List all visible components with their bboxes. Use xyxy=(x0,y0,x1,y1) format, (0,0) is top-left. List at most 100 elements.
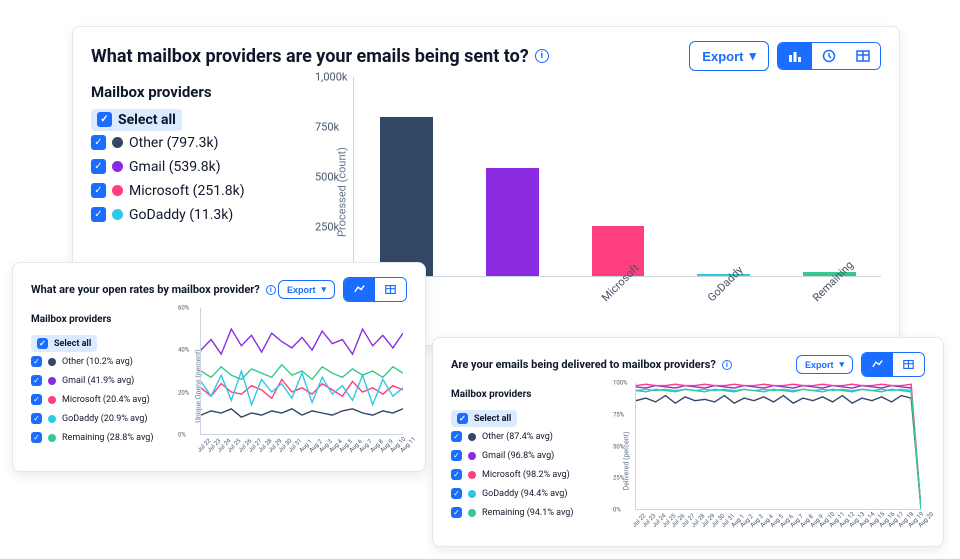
legend-item[interactable]: ✓Gmail (96.8% avg) xyxy=(451,446,591,465)
swatch-icon xyxy=(468,452,476,460)
legend-item[interactable]: ✓GoDaddy (94.4% avg) xyxy=(451,484,591,503)
swatch-icon xyxy=(468,471,476,479)
legend-label: Gmail (539.8k) xyxy=(129,159,221,175)
title-text: Are your emails being delivered to mailb… xyxy=(451,358,716,371)
view-table[interactable] xyxy=(846,43,880,69)
swatch-icon xyxy=(48,377,56,385)
table-icon xyxy=(856,49,870,63)
legend-item[interactable]: ✓ GoDaddy (11.3k) xyxy=(91,203,291,227)
info-icon[interactable]: i xyxy=(535,49,549,63)
legend-item[interactable]: ✓ Gmail (539.8k) xyxy=(91,155,291,179)
swatch-icon xyxy=(48,434,56,442)
export-button[interactable]: Export ▾ xyxy=(689,41,769,71)
checkbox-icon: ✓ xyxy=(451,469,462,480)
y-tick: 500k xyxy=(315,171,339,184)
view-toggle xyxy=(861,352,925,377)
select-all[interactable]: ✓ Select all xyxy=(91,109,182,131)
swatch-icon xyxy=(468,433,476,441)
view-line-chart[interactable] xyxy=(812,43,846,69)
table-icon xyxy=(385,284,396,295)
y-tick: 0% xyxy=(178,432,186,439)
select-all-label: Select all xyxy=(118,112,176,128)
info-icon[interactable]: i xyxy=(266,285,276,295)
view-toggle xyxy=(777,42,881,70)
view-line-chart[interactable] xyxy=(862,353,893,376)
checkbox-icon: ✓ xyxy=(31,413,42,424)
series-microsoft xyxy=(636,384,921,509)
legend-label: Microsoft (20.4% avg) xyxy=(62,395,150,405)
card-body: Mailbox providers ✓ Select all ✓Other (1… xyxy=(13,308,425,481)
toolbar: Export ▾ xyxy=(278,277,407,302)
legend-title: Mailbox providers xyxy=(451,389,591,400)
swatch-icon xyxy=(112,137,123,148)
view-line-chart[interactable] xyxy=(344,278,375,301)
toolbar: Export ▾ xyxy=(689,41,881,71)
legend-item[interactable]: ✓Other (797.3k) xyxy=(91,131,291,155)
legend-item[interactable]: ✓ Microsoft (98.2% avg) xyxy=(451,465,591,484)
export-button[interactable]: Export ▾ xyxy=(796,355,853,374)
card-title: What are your open rates by mailbox prov… xyxy=(31,283,276,296)
select-all[interactable]: ✓ Select all xyxy=(451,410,517,427)
checkbox-icon: ✓ xyxy=(91,183,106,198)
checkbox-icon: ✓ xyxy=(91,135,106,150)
view-toggle xyxy=(343,277,407,302)
checkbox-icon: ✓ xyxy=(31,375,42,386)
legend-item[interactable]: ✓Other (87.4% avg) xyxy=(451,427,591,446)
select-all[interactable]: ✓ Select all xyxy=(31,335,97,352)
legend-item[interactable]: ✓GoDaddy (20.9% avg) xyxy=(31,409,156,428)
view-bar-chart[interactable] xyxy=(778,43,812,69)
swatch-icon xyxy=(112,161,123,172)
info-icon[interactable]: i xyxy=(722,360,732,370)
legend-item[interactable]: ✓Remaining (28.8% avg) xyxy=(31,428,156,447)
legend-title: Mailbox providers xyxy=(31,314,156,325)
legend-label: Microsoft (98.2% avg) xyxy=(482,470,570,480)
card-header: Are your emails being delivered to mailb… xyxy=(433,338,943,383)
legend-label: Gmail (96.8% avg) xyxy=(482,451,554,461)
title-text: What are your open rates by mailbox prov… xyxy=(31,283,260,296)
y-tick: 60% xyxy=(178,305,189,312)
checkbox-icon: ✓ xyxy=(31,356,42,367)
checkbox-icon: ✓ xyxy=(31,394,42,405)
legend-label: Microsoft (251.8k) xyxy=(129,183,245,199)
bar-gmail xyxy=(486,168,539,276)
swatch-icon xyxy=(468,490,476,498)
legend-panel: Mailbox providers ✓ Select all ✓Other (1… xyxy=(31,308,156,463)
export-label: Export xyxy=(702,49,743,64)
checkbox-icon: ✓ xyxy=(97,112,112,127)
y-tick: 0% xyxy=(613,507,621,514)
series-gmail xyxy=(201,329,403,354)
legend-item[interactable]: ✓ Microsoft (251.8k) xyxy=(91,179,291,203)
export-button[interactable]: Export ▾ xyxy=(278,280,335,299)
y-tick: 1,000k xyxy=(315,71,347,84)
card-delivered: Are your emails being delivered to mailb… xyxy=(432,337,944,547)
checkbox-icon: ✓ xyxy=(91,207,106,222)
legend-label: Remaining (28.8% avg) xyxy=(62,433,153,443)
y-tick: 50% xyxy=(613,443,624,450)
bar-chart-icon xyxy=(788,49,802,63)
card-title: Are your emails being delivered to mailb… xyxy=(451,358,732,371)
legend-item[interactable]: ✓Gmail (41.9% avg) xyxy=(31,371,156,390)
select-all-label: Select all xyxy=(474,414,511,424)
line-chart: Unique Opens (percent) 60%40%20%0% Jul 2… xyxy=(168,308,407,463)
legend-item[interactable]: ✓Remaining (94.1% avg) xyxy=(451,503,591,522)
legend-label: Remaining (94.1% avg) xyxy=(482,508,573,518)
legend-label: GoDaddy (11.3k) xyxy=(129,207,233,223)
legend-item[interactable]: ✓ Microsoft (20.4% avg) xyxy=(31,390,156,409)
chevron-down-icon: ▾ xyxy=(839,359,844,370)
legend-panel: Mailbox providers ✓ Select all ✓Other (8… xyxy=(451,383,591,538)
view-table[interactable] xyxy=(893,353,924,376)
card-header: What are your open rates by mailbox prov… xyxy=(13,263,425,308)
series-microsoft xyxy=(201,379,403,398)
chevron-down-icon: ▾ xyxy=(321,284,326,295)
series-remaining xyxy=(636,389,921,509)
export-label: Export xyxy=(287,285,316,295)
swatch-icon xyxy=(48,396,56,404)
legend-item[interactable]: ✓Other (10.2% avg) xyxy=(31,352,156,371)
card-open-rates: What are your open rates by mailbox prov… xyxy=(12,262,426,472)
view-table[interactable] xyxy=(375,278,406,301)
y-tick: 250k xyxy=(315,221,339,234)
card-header: What mailbox providers are your emails b… xyxy=(73,27,899,77)
checkbox-icon: ✓ xyxy=(91,159,106,174)
legend-label: Other (87.4% avg) xyxy=(482,432,553,442)
checkbox-icon: ✓ xyxy=(37,338,48,349)
